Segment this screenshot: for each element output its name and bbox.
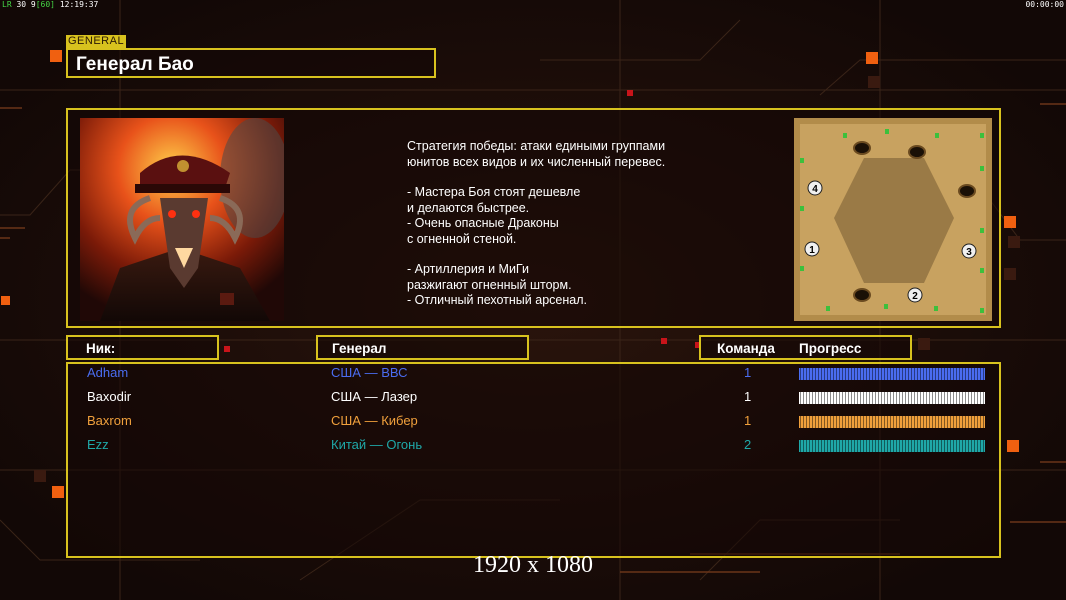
player-team: 1 [744, 389, 752, 404]
player-row: Ezz Китай — Огонь 2 [0, 437, 985, 457]
player-progress-bar [799, 440, 985, 452]
strategy-line: разжигают огненный шторм. [407, 277, 572, 292]
hud-clock: 12:19:37 [59, 0, 99, 9]
general-tag: GENERAL [66, 35, 127, 48]
player-team: 2 [744, 437, 752, 452]
strategy-line [407, 170, 727, 185]
player-team: 1 [744, 413, 752, 428]
strategy-line [407, 247, 727, 262]
player-nick: Baxrom [87, 413, 132, 428]
strategy-line: - Очень опасные Драконы [407, 216, 559, 230]
general-name: Генерал Бао [76, 54, 194, 75]
player-progress-bar [799, 392, 985, 404]
player-nick: Adham [87, 365, 129, 380]
player-general: США — Кибер [331, 413, 418, 428]
minimap: 4 1 3 2 [794, 118, 992, 321]
strategy-line: - Артиллерия и МиГи [407, 262, 529, 276]
strategy-description: Стратегия победы: атаки едиными группами… [407, 139, 727, 309]
spawn-label: 2 [912, 291, 918, 302]
hud-tag: LR [2, 0, 12, 9]
player-team: 1 [744, 365, 752, 380]
general-title-box: Генерал Бао [66, 48, 436, 78]
game-timer: 00:00:00 [1025, 0, 1064, 9]
player-row: Baxrom США — Кибер 1 [0, 413, 985, 433]
player-row: Adham США — ВВС 1 [0, 365, 985, 385]
player-nick: Ezz [87, 437, 109, 452]
spawn-label: 1 [809, 245, 815, 256]
progress-header-label: Прогресс [799, 341, 862, 356]
hud-nums: 30 9 [16, 0, 36, 9]
player-progress-bar [799, 416, 985, 428]
player-general: США — ВВС [331, 365, 408, 380]
player-general: Китай — Огонь [331, 437, 423, 452]
resolution-label: 1920 x 1080 [473, 552, 593, 578]
strategy-line: и делаются быстрее. [407, 200, 530, 215]
nick-header: Ник: [66, 335, 219, 360]
strategy-line: с огненной стеной. [407, 231, 517, 246]
player-row: Baxodir США — Лазер 1 [0, 389, 985, 409]
strategy-line: - Мастера Боя стоят дешевле [407, 185, 581, 199]
player-general: США — Лазер [331, 389, 418, 404]
spawn-label: 3 [966, 247, 972, 258]
strategy-line: Стратегия победы: атаки едиными группами [407, 139, 666, 153]
hud-bracket: [60] [35, 0, 55, 9]
team-header-label: Команда [717, 341, 775, 356]
general-header: Генерал [316, 335, 529, 360]
strategy-line: - Отличный пехотный арсенал. [407, 293, 587, 307]
fps-counter: LR 30 9[60] 12:19:37 [2, 0, 98, 9]
general-header-label: Генерал [332, 341, 387, 356]
strategy-line: юнитов всех видов и их численный перевес… [407, 154, 666, 169]
nick-header-label: Ник: [86, 341, 116, 356]
player-progress-bar [799, 368, 985, 380]
general-portrait [80, 118, 284, 321]
spawn-label: 4 [812, 184, 818, 195]
team-progress-header: Команда Прогресс [699, 335, 912, 360]
player-nick: Baxodir [87, 389, 132, 404]
